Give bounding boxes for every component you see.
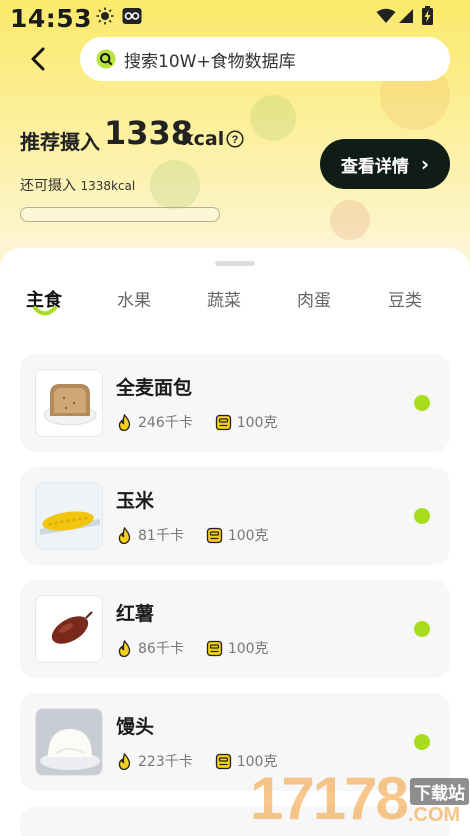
food-status-dot: [414, 621, 430, 637]
food-meta: 81千卡 100克: [116, 525, 269, 545]
food-card-corn[interactable]: 玉米 81千卡 100克: [20, 467, 450, 565]
food-card-sweet-potato[interactable]: 红薯 86千卡 100克: [20, 580, 450, 678]
food-pattern-decoration: [250, 95, 296, 141]
food-meta: 246千卡 100克: [116, 412, 277, 432]
food-name: 全麦面包: [116, 377, 193, 399]
calorie-flame-icon: [118, 413, 131, 431]
app-notification-icon: [122, 8, 142, 24]
food-thumbnail: [35, 595, 103, 663]
status-bar: 14:53: [0, 0, 470, 34]
portion-scale-icon: [215, 753, 231, 769]
food-portion: 100克: [236, 415, 278, 431]
watermark-logo: 17178 下载站 .COM: [250, 758, 470, 836]
food-portion: 100克: [227, 528, 269, 544]
food-thumbnail: [35, 482, 103, 550]
remaining-intake: 还可摄入 1338kcal: [20, 175, 135, 195]
food-portion: 100克: [227, 641, 269, 657]
remaining-intake-value: 1338kcal: [80, 179, 136, 193]
battery-charging-icon: [422, 6, 433, 25]
view-details-label: 查看详情: [340, 156, 409, 177]
tab-meat-egg[interactable]: 肉蛋: [297, 286, 331, 311]
sweet-potato-image: [51, 611, 93, 644]
sun-icon: [96, 7, 114, 25]
food-calories: 81千卡: [138, 528, 184, 544]
search-placeholder: 搜索10W+食物数据库: [124, 51, 296, 72]
calorie-flame-icon: [118, 639, 131, 657]
food-status-dot: [414, 734, 430, 750]
active-tab-indicator: [33, 306, 57, 316]
portion-scale-icon: [215, 414, 231, 430]
help-icon[interactable]: ?: [226, 130, 244, 148]
recommended-intake-label: 推荐摄入: [20, 130, 100, 154]
portion-scale-icon: [206, 640, 222, 656]
tab-fruit[interactable]: 水果: [117, 286, 151, 311]
food-meta: 86千卡 100克: [116, 638, 269, 658]
food-status-dot: [414, 395, 430, 411]
chevron-right-icon: ›: [420, 152, 430, 176]
food-pattern-decoration: [330, 200, 370, 240]
calorie-flame-icon: [118, 526, 131, 544]
wifi-icon: [376, 8, 396, 23]
watermark-number: 17178: [250, 765, 409, 832]
food-pattern-decoration: [150, 160, 200, 210]
food-name: 馒头: [116, 716, 155, 738]
food-calories: 86千卡: [138, 641, 184, 657]
tab-bean[interactable]: 豆类: [388, 286, 422, 311]
svg-text:?: ?: [232, 134, 239, 146]
recommended-intake-value: 1338: [104, 114, 194, 152]
sheet-drag-handle[interactable]: [215, 261, 255, 266]
steamed-bun-image: [36, 709, 102, 775]
food-thumbnail: [35, 369, 103, 437]
food-name: 玉米: [116, 490, 155, 512]
watermark-site: 下载站: [410, 778, 469, 805]
calorie-flame-icon: [118, 752, 131, 770]
tab-vegetable[interactable]: 蔬菜: [207, 286, 241, 311]
food-calories: 246千卡: [138, 415, 193, 431]
search-icon: [96, 49, 116, 69]
search-input[interactable]: 搜索10W+食物数据库: [80, 37, 450, 81]
corn-image: [36, 483, 102, 549]
food-list-sheet: 主食 水果 蔬菜 肉蛋 豆类 全麦面包 246千卡 100克 玉米 81千卡 1…: [0, 248, 470, 836]
bread-image: [43, 384, 97, 426]
food-calories: 223千卡: [138, 754, 193, 770]
watermark-domain: .COM: [408, 804, 461, 826]
status-time: 14:53: [10, 4, 93, 33]
portion-scale-icon: [206, 527, 222, 543]
food-thumbnail: [35, 708, 103, 776]
food-name: 红薯: [116, 603, 155, 625]
intake-progress-bar: [20, 207, 220, 222]
view-details-button[interactable]: 查看详情 ›: [320, 139, 450, 189]
food-card-whole-wheat-bread[interactable]: 全麦面包 246千卡 100克: [20, 354, 450, 452]
back-arrow-icon[interactable]: [22, 42, 56, 76]
category-tabs: 主食 水果 蔬菜 肉蛋 豆类: [0, 286, 470, 326]
remaining-intake-label: 还可摄入: [20, 178, 76, 194]
signal-icon: [399, 9, 413, 23]
food-status-dot: [414, 508, 430, 524]
recommended-intake-unit: kcal: [181, 128, 225, 150]
